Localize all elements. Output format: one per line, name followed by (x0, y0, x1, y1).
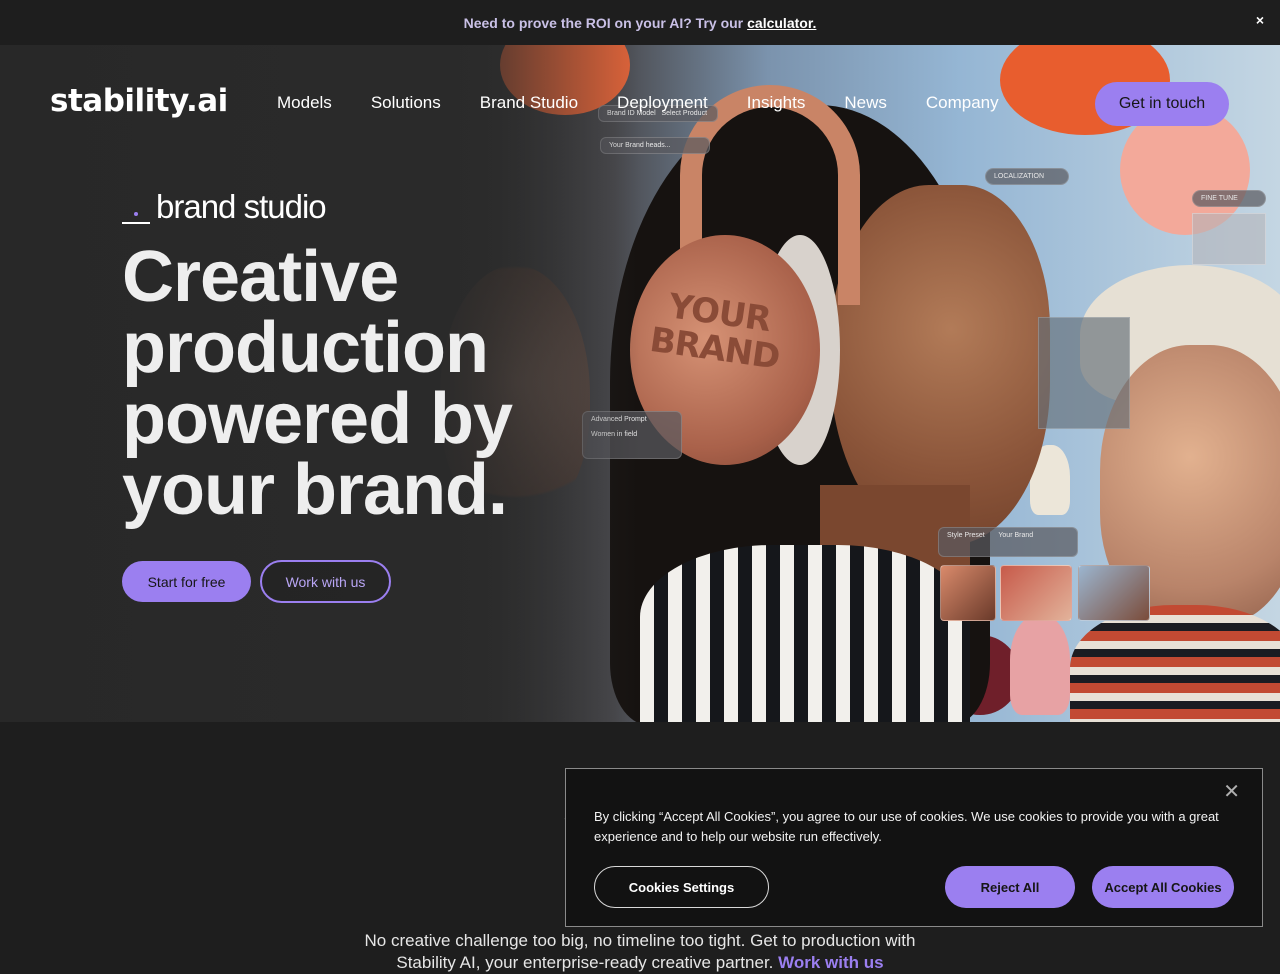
nav-item-solutions[interactable]: Solutions (371, 93, 441, 113)
fine-tune-chip: FINE TUNE (1192, 190, 1266, 207)
reject-all-button[interactable]: Reject All (945, 866, 1075, 908)
cookie-message: By clicking “Accept All Cookies”, you ag… (594, 809, 1219, 844)
nav-item-news[interactable]: News (844, 93, 887, 113)
close-icon[interactable]: × (1256, 12, 1264, 28)
brand-studio-label: brand studio (156, 188, 327, 225)
flower-reference-thumbnail (1192, 213, 1266, 265)
nav-item-company[interactable]: Company (926, 93, 999, 113)
chip-label: FINE TUNE (1201, 195, 1238, 202)
nav-item-insights[interactable]: Insights (747, 93, 806, 113)
calculator-link[interactable]: calculator. (747, 15, 816, 31)
chip-label: Your Brand (998, 532, 1034, 539)
cookies-settings-button[interactable]: Cookies Settings (594, 866, 769, 908)
style-preset-chip: Style Preset Your Brand (938, 527, 1078, 557)
stability-logo[interactable]: stability.ai (50, 83, 228, 119)
generated-thumbnail (1000, 565, 1072, 621)
work-with-us-link[interactable]: Work with us (778, 953, 883, 972)
nav-item-brand-studio[interactable]: Brand Studio (480, 93, 578, 113)
brand-studio-icon (122, 196, 150, 226)
striped-sweater-image (1070, 605, 1280, 722)
chip-label: LOCALIZATION (994, 173, 1045, 180)
nav-links: Models Solutions Brand Studio Deployment… (277, 93, 1038, 113)
pose-reference-thumbnail (1038, 317, 1130, 429)
nav-item-models[interactable]: Models (277, 93, 332, 113)
cookie-consent-dialog: ✕ By clicking “Accept All Cookies”, you … (565, 768, 1263, 927)
headphone-brand-logo: YOUR BRAND (647, 286, 782, 378)
close-icon[interactable]: ✕ (1223, 779, 1240, 804)
section-subtext: No creative challenge too big, no timeli… (340, 930, 940, 974)
main-navigation: stability.ai Models Solutions Brand Stud… (0, 45, 1280, 161)
localization-chip: LOCALIZATION (985, 168, 1069, 185)
nav-item-deployment[interactable]: Deployment (617, 93, 708, 113)
striped-turtleneck-image (640, 545, 970, 722)
brand-studio-tag: brand studio (122, 188, 327, 226)
tulip-flower-image (1010, 615, 1070, 715)
chip-label: Style Preset (947, 532, 985, 539)
hero-headline: Creative production powered by your bran… (122, 237, 513, 530)
get-in-touch-button[interactable]: Get in touch (1095, 82, 1229, 126)
work-with-us-button[interactable]: Work with us (260, 560, 391, 603)
start-for-free-button[interactable]: Start for free (122, 561, 251, 602)
generated-thumbnail (940, 565, 996, 621)
banner-text: Need to prove the ROI on your AI? Try ou… (463, 14, 744, 31)
accept-all-cookies-button[interactable]: Accept All Cookies (1092, 866, 1234, 908)
generated-thumbnail (1078, 565, 1150, 621)
promo-banner: Need to prove the ROI on your AI? Try ou… (0, 0, 1280, 45)
